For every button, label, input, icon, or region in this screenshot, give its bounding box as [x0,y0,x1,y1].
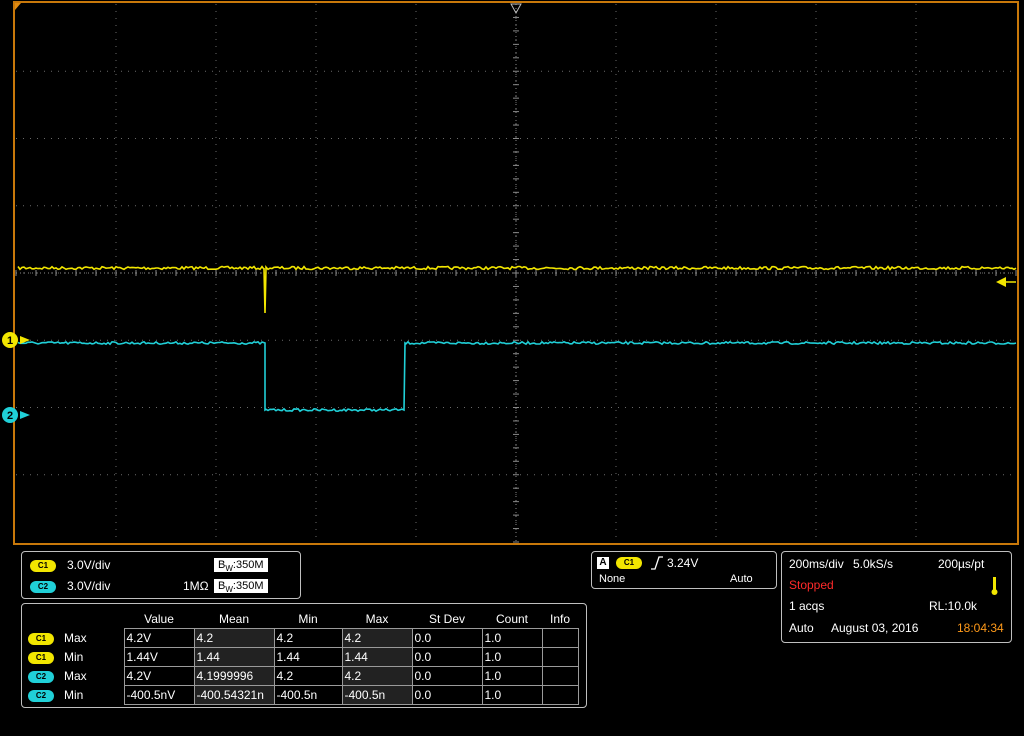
channel1-bw-value: 350M [235,559,264,571]
measurement-info [541,628,579,648]
measurement-count: 1.0 [481,647,543,667]
measurement-stdev: 0.0 [411,666,483,686]
channel2-bw-value: 350M [235,580,264,592]
header-min: Min [298,612,318,626]
measurement-count: 1.0 [481,666,543,686]
header-mean: Mean [218,612,250,626]
measurement-max: 1.44 [341,647,413,667]
measurement-mean: -400.54321n [193,685,275,705]
bw-sub: W [225,585,233,595]
measurement-info [541,685,579,705]
measurement-row[interactable]: C2 Max 4.2V 4.1999996 4.2 4.2 0.0 1.0 [26,666,579,686]
measurement-value: -400.5nV [123,685,195,705]
trigger-coupling: None [599,573,626,585]
measurement-value: 4.2V [123,628,195,648]
channel1-scale: 3.0V/div [67,558,111,572]
acquisition-count: 1 acqs [789,599,825,613]
measurement-min: 1.44 [273,647,343,667]
trigger-source-badge: C1 [616,557,642,569]
channel1-settings[interactable]: C1 3.0V/div BW:350M [30,557,290,573]
channel1-bandwidth: BW:350M [214,558,268,574]
measurement-min: 4.2 [273,628,343,648]
rising-edge-icon [651,556,663,570]
measurements-header-row: Value Mean Min Max St Dev Count Info [26,610,578,629]
measurement-channel-badge: C1 [28,632,54,645]
measurement-min: 4.2 [273,666,343,686]
record-length: RL:10.0k [929,599,978,613]
channel2-marker-label: 2 [7,410,13,422]
waveform-display[interactable]: 1 2 [0,0,1024,548]
measurement-type: Max [64,631,87,645]
measurement-info [541,647,579,667]
measurement-value: 1.44V [123,647,195,667]
measurement-channel-badge: C2 [28,689,54,702]
measurement-stdev: 0.0 [411,685,483,705]
channel-settings-panel[interactable]: C1 3.0V/div BW:350M C2 3.0V/div 1MΩ BW:3… [21,551,301,599]
header-stdev: St Dev [428,612,465,626]
channel1-badge: C1 [30,559,56,572]
channel2-coupling: 1MΩ [183,579,209,593]
measurement-mean: 4.1999996 [193,666,275,686]
measurement-max: 4.2 [341,628,413,648]
acquisition-status: Stopped [789,578,834,592]
measurement-mean: 4.2 [193,628,275,648]
measurement-min: -400.5n [273,685,343,705]
channel2-bandwidth: BW:350M [214,579,268,595]
trigger-panel[interactable]: A C1 3.24V None Auto [591,551,777,589]
measurement-type: Max [64,669,87,683]
channel2-badge: C2 [30,580,56,593]
measurement-row[interactable]: C2 Min -400.5nV -400.54321n -400.5n -400… [26,685,579,705]
header-value: Value [144,612,174,626]
timebase: 200ms/div [789,557,844,571]
measurement-stdev: 0.0 [411,647,483,667]
measurement-count: 1.0 [481,685,543,705]
measurement-count: 1.0 [481,628,543,648]
measurement-type: Min [64,688,84,702]
measurement-max: 4.2 [341,666,413,686]
measurement-max: -400.5n [341,685,413,705]
measurement-stdev: 0.0 [411,628,483,648]
acquisition-panel[interactable]: 200ms/div 5.0kS/s 200µs/pt Stopped 1 acq… [781,551,1012,643]
measurement-row[interactable]: C1 Max 4.2V 4.2 4.2 4.2 0.0 1.0 [26,628,579,648]
acquisition-date: August 03, 2016 [831,621,919,635]
header-max: Max [365,612,389,626]
measurement-mean: 1.44 [193,647,275,667]
measurement-channel-badge: C1 [28,651,54,664]
measurement-row[interactable]: C1 Min 1.44V 1.44 1.44 1.44 0.0 1.0 [26,647,579,667]
trigger-mode-letter: A [597,557,609,569]
header-count: Count [495,612,529,626]
channel2-settings[interactable]: C2 3.0V/div 1MΩ BW:350M [30,578,290,594]
measurement-channel-badge: C2 [28,670,54,683]
sample-rate: 5.0kS/s [853,557,894,571]
measurement-value: 4.2V [123,666,195,686]
measurements-table: Value Mean Min Max St Dev Count Info C1 … [26,610,579,705]
bw-sub: W [225,564,233,574]
channel1-marker-label: 1 [7,335,13,347]
trigger-mode: Auto [730,573,753,585]
time-per-point: 200µs/pt [938,557,985,571]
channel2-scale: 3.0V/div [67,579,111,593]
trigger-level: 3.24V [667,556,699,570]
measurement-info [541,666,579,686]
header-info: Info [549,612,570,626]
thermometer-icon [991,577,998,595]
measurement-type: Min [64,650,84,664]
measurements-panel[interactable]: Value Mean Min Max St Dev Count Info C1 … [21,603,587,708]
acquisition-time: 18:04:34 [957,621,1004,635]
run-mode: Auto [789,621,814,635]
